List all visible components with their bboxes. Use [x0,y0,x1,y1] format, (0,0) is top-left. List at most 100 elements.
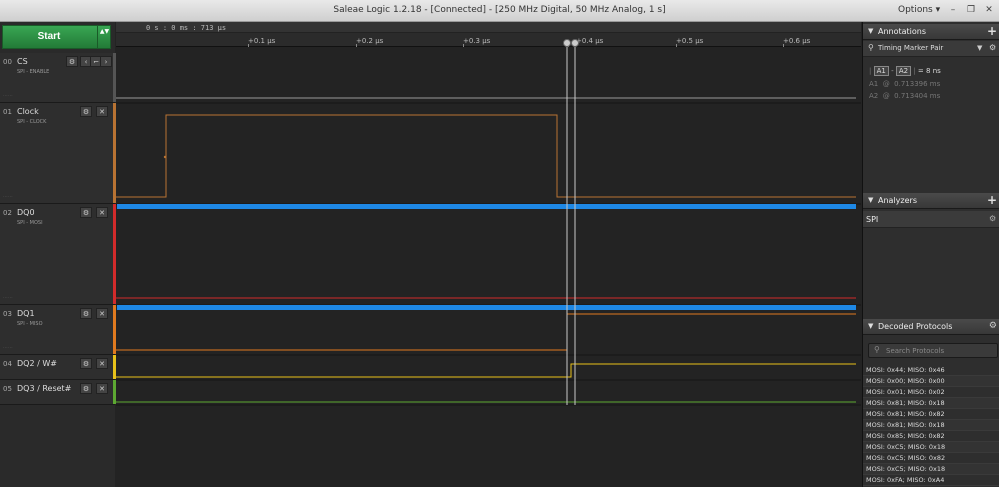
tick-label: +0.6 μs [783,37,811,45]
channel-row-dq2[interactable]: 04 DQ2 / W# ⚙ ✕ [0,355,116,380]
decoded-row[interactable]: MOSI: 0xFA; MISO: 0xA4 [863,475,999,486]
tick-label: +0.5 μs [676,37,704,45]
gear-icon[interactable]: ⚙ [80,358,92,369]
analyzers-panel-header[interactable]: ▼ Analyzers + [863,193,999,209]
miso-bus-bar[interactable] [117,305,856,310]
channel-subtitle: SPI - MISO [17,321,43,327]
a1-tag[interactable]: A1 [873,66,889,76]
drag-handle-icon[interactable]: ⋯⋯ [3,295,13,301]
marker-a2-handle-icon[interactable] [571,39,579,47]
waveform-canvas[interactable] [116,47,861,487]
timing-marker-pair-label: Timing Marker Pair [878,44,944,52]
channel-separators [116,102,861,406]
add-analyzer-plus-icon[interactable]: + [987,193,997,207]
window-titlebar: Saleae Logic 1.2.18 - [Connected] - [250… [0,0,999,22]
collapse-triangle-icon[interactable]: ▼ [868,322,873,330]
a2-row: A2 @ 0.713404 ms [869,92,940,100]
close-icon[interactable]: ✕ [96,308,108,319]
decoded-row[interactable]: MOSI: 0x44; MISO: 0x46 [863,365,999,376]
close-button[interactable]: ✕ [981,3,997,17]
marker-a1-handle-icon[interactable] [563,39,571,47]
close-icon[interactable]: ✕ [96,207,108,218]
collapse-triangle-icon[interactable]: ▼ [868,196,873,204]
a1-label: A1 [869,80,879,88]
drag-handle-icon[interactable]: ⋯⋯ [3,345,13,351]
mosi-bus-bar[interactable] [117,204,856,209]
decoded-row[interactable]: MOSI: 0x00; MISO: 0x00 [863,376,999,387]
decoded-protocols-title: Decoded Protocols [878,322,953,331]
collapse-triangle-icon[interactable]: ▼ [868,27,873,35]
decoded-row[interactable]: MOSI: 0xC5; MISO: 0x18 [863,464,999,475]
decoded-row[interactable]: MOSI: 0x01; MISO: 0x02 [863,387,999,398]
drag-handle-icon[interactable]: ⋯⋯ [3,194,13,200]
channel-row-cs[interactable]: 00 CS SPI - ENABLE ⚙ ‹ ⌐ › ⋯⋯ [0,53,116,103]
decoded-row[interactable]: MOSI: 0xC5; MISO: 0x18 [863,442,999,453]
channel-number: 05 [3,385,12,393]
ruler-origin-bar: 0 s : 0 ms : 713 μs [116,22,861,33]
close-icon[interactable]: ✕ [96,358,108,369]
drag-handle-icon[interactable]: ⋯⋯ [3,93,13,99]
right-sidebar: ▼ Annotations + ⚲ Timing Marker Pair ▼ ⚙… [862,22,999,487]
options-menu[interactable]: Options ▾ [898,5,940,15]
gear-icon[interactable]: ⚙ [66,56,78,67]
start-button[interactable]: Start ▲▼ [2,25,111,49]
channel-subtitle: SPI - ENABLE [17,69,50,75]
channel-row-dq3[interactable]: 05 DQ3 / Reset# ⚙ ✕ [0,380,116,405]
marker-diff-value: = 8 ns [917,67,941,75]
decoded-row[interactable]: MOSI: 0xC5; MISO: 0x82 [863,453,999,464]
bar-icon: | [869,67,872,75]
gear-icon[interactable]: ⚙ [80,207,92,218]
analyzers-title: Analyzers [878,196,917,205]
decoded-row[interactable]: MOSI: 0x81; MISO: 0x18 [863,398,999,409]
search-icon: ⚲ [874,345,880,354]
search-protocols-input[interactable] [886,345,994,356]
timing-marker-pair-row[interactable]: ⚲ Timing Marker Pair ▼ ⚙ [863,41,999,57]
start-options-arrows[interactable]: ▲▼ [97,26,111,48]
clock-waveform [116,114,856,198]
decoded-protocols-panel-header[interactable]: ▼ Decoded Protocols ⚙ [863,319,999,335]
a1-row: A1 @ 0.713396 ms [869,80,940,88]
decoded-row[interactable]: MOSI: 0x81; MISO: 0x82 [863,409,999,420]
waveform-area[interactable]: 0 s : 0 ms : 713 μs +0.1 μs +0.2 μs +0.3… [116,22,861,487]
gear-icon[interactable]: ⚙ [989,214,996,223]
minimize-button[interactable]: – [945,3,961,17]
tick-label: +0.2 μs [356,37,384,45]
channel-name[interactable]: DQ0 [17,208,35,217]
channel-name[interactable]: CS [17,57,28,66]
channel-name[interactable]: DQ3 / Reset# [17,384,71,393]
gear-icon[interactable]: ⚙ [989,321,997,331]
channel-row-dq0[interactable]: 02 DQ0 SPI - MOSI ⚙ ✕ ⋯⋯ [0,204,116,305]
channel-number: 01 [3,108,12,116]
gear-icon[interactable]: ⚙ [80,383,92,394]
marker-diff-row: | A1 - A2 | = 8 ns [869,66,941,76]
a2-tag[interactable]: A2 [895,66,912,76]
dropdown-triangle-icon[interactable]: ▼ [977,44,982,52]
gear-icon[interactable]: ⚙ [989,43,996,52]
tick-label: +0.3 μs [463,37,491,45]
close-icon[interactable]: ✕ [96,383,108,394]
restore-button[interactable]: ❐ [963,3,979,17]
pin-icon: ⚲ [868,43,874,52]
annotations-panel-header[interactable]: ▼ Annotations + [863,24,999,40]
channel-panel: Start ▲▼ 00 CS SPI - ENABLE ⚙ ‹ ⌐ › ⋯⋯ 0… [0,22,116,487]
decoded-row[interactable]: MOSI: 0x81; MISO: 0x18 [863,420,999,431]
dash: - [891,67,894,75]
channel-name[interactable]: DQ1 [17,309,35,318]
close-icon[interactable]: ✕ [96,106,108,117]
search-protocols-box[interactable]: ⚲ [868,343,998,358]
channel-name[interactable]: Clock [17,107,39,116]
gear-icon[interactable]: ⚙ [80,106,92,117]
ruler-origin-label: 0 s : 0 ms : 713 μs [146,24,227,32]
at-sign: @ [882,80,890,88]
decoded-row[interactable]: MOSI: 0x85; MISO: 0x82 [863,431,999,442]
analyzer-item-spi[interactable]: SPI ⚙ [863,211,999,228]
next-edge-icon[interactable]: › [100,56,112,67]
time-ruler[interactable]: 0 s : 0 ms : 713 μs +0.1 μs +0.2 μs +0.3… [116,22,861,47]
channel-name[interactable]: DQ2 / W# [17,359,57,368]
tick-label: +0.1 μs [248,37,276,45]
dq1-waveform [116,313,856,351]
channel-row-clock[interactable]: 01 Clock SPI - CLOCK ⚙ ✕ ⋯⋯ [0,103,116,204]
gear-icon[interactable]: ⚙ [80,308,92,319]
add-annotation-plus-icon[interactable]: + [987,24,997,38]
channel-row-dq1[interactable]: 03 DQ1 SPI - MISO ⚙ ✕ ⋯⋯ [0,305,116,355]
